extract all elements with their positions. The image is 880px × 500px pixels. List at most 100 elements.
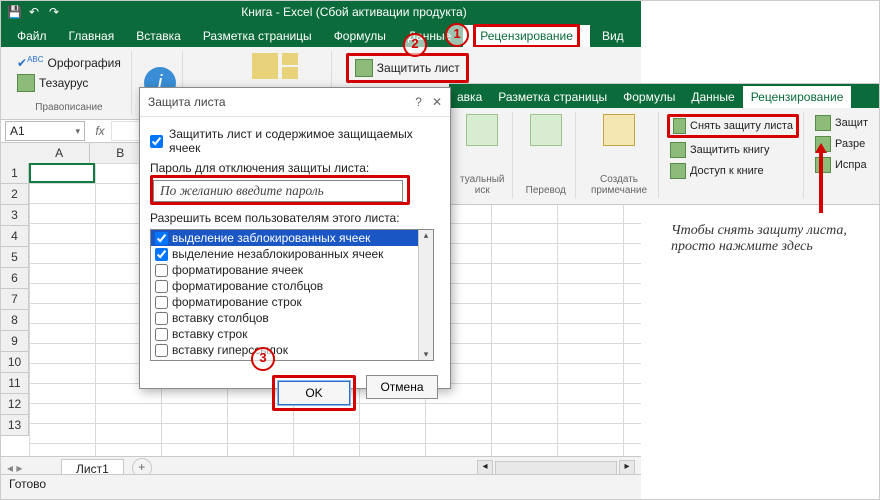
perm-checkbox[interactable] [155, 296, 168, 309]
select-all-corner[interactable] [1, 143, 30, 164]
perm-label: форматирование столбцов [172, 279, 323, 293]
perm-checkbox[interactable] [155, 360, 168, 361]
help-icon[interactable]: ? [415, 95, 422, 109]
perm-checkbox[interactable] [155, 328, 168, 341]
share-workbook-button[interactable]: Доступ к книге [667, 162, 799, 180]
ribbon-tabs: ФайлГлавнаяВставкаРазметка страницыФорму… [1, 23, 641, 47]
group-proofing: ✔ABC Орфография Тезаурус Правописание [7, 51, 132, 115]
translate-icon[interactable] [222, 53, 248, 79]
scroll-track[interactable] [495, 461, 617, 475]
book-icon [17, 74, 35, 92]
redo-icon[interactable]: ↷ [47, 5, 61, 19]
perm-item[interactable]: выделение заблокированных ячеек [151, 230, 419, 246]
status-bar: Готово [1, 474, 641, 499]
perm-item[interactable]: выделение незаблокированных ячеек [151, 246, 419, 262]
tab2-0[interactable]: авка [449, 86, 490, 108]
perm-item[interactable]: удаление столбцов [151, 358, 419, 360]
list-scrollbar[interactable] [418, 230, 433, 360]
tab-вид[interactable]: Вид [592, 25, 634, 47]
perm-label: выделение незаблокированных ячеек [172, 247, 383, 261]
protect-contents-input[interactable] [150, 135, 163, 148]
name-box[interactable]: A1▾ [5, 121, 85, 141]
permissions-list[interactable]: выделение заблокированных ячеек выделение… [150, 229, 434, 361]
callout-2: 2 [403, 33, 427, 57]
protect-workbook-icon [670, 142, 686, 158]
active-cell[interactable] [29, 163, 95, 183]
row-8[interactable]: 8 [1, 310, 29, 331]
group-label: Правописание [35, 102, 102, 113]
new-comment-icon[interactable] [603, 114, 635, 146]
protect-contents-checkbox[interactable]: Защитить лист и содержимое защищаемых яч… [150, 127, 440, 155]
row-headers[interactable]: 12345678910111213 [1, 163, 29, 436]
perm-checkbox[interactable] [155, 312, 168, 325]
tab2-2[interactable]: Формулы [615, 86, 683, 108]
spelling-button[interactable]: ✔ABC Орфография [13, 53, 125, 72]
cancel-button[interactable]: Отмена [366, 375, 438, 399]
tab2-4[interactable]: Рецензирование [743, 86, 852, 108]
group-translate: Перевод [517, 112, 577, 198]
perm-label: выделение заблокированных ячеек [172, 231, 370, 245]
perm-label: форматирование строк [172, 295, 302, 309]
fx-icon[interactable]: fx [89, 124, 111, 138]
title-bar: 💾 ↶ ↷ Книга - Excel (Сбой активации прод… [1, 1, 641, 23]
row-11[interactable]: 11 [1, 373, 29, 394]
perm-item[interactable]: вставку гиперссылок [151, 342, 419, 358]
translate-icon[interactable] [530, 114, 562, 146]
chevron-down-icon[interactable]: ▾ [75, 126, 80, 137]
tab-вставка[interactable]: Вставка [126, 25, 191, 47]
perm-item[interactable]: форматирование строк [151, 294, 419, 310]
perm-item[interactable]: форматирование ячеек [151, 262, 419, 278]
row-10[interactable]: 10 [1, 352, 29, 373]
row-9[interactable]: 9 [1, 331, 29, 352]
row-13[interactable]: 13 [1, 415, 29, 436]
close-icon[interactable]: ✕ [432, 95, 442, 109]
lock-icon [815, 115, 831, 131]
save-icon[interactable]: 💾 [7, 5, 21, 19]
prev-comment-icon[interactable] [282, 53, 298, 65]
perm-checkbox[interactable] [155, 248, 168, 261]
perm-checkbox[interactable] [155, 264, 168, 277]
perm-item[interactable]: вставку столбцов [151, 310, 419, 326]
row-6[interactable]: 6 [1, 268, 29, 289]
perm-checkbox[interactable] [155, 232, 168, 245]
tab2-1[interactable]: Разметка страницы [490, 86, 615, 108]
col-A[interactable]: A [29, 143, 90, 164]
protect-sheet-button[interactable]: Защитить лист [346, 53, 469, 83]
tab2-3[interactable]: Данные [683, 86, 742, 108]
protect-sheet-dialog: Защита листа ? ✕ Защитить лист и содержи… [139, 87, 451, 389]
tab-разметка страницы[interactable]: Разметка страницы [193, 25, 322, 47]
thesaurus-button[interactable]: Тезаурус [13, 72, 125, 94]
group-changes: Снять защиту листа Защитить книгу Доступ… [663, 112, 804, 198]
perm-checkbox[interactable] [155, 344, 168, 357]
share-icon [670, 163, 686, 179]
ok-button[interactable]: OK [278, 381, 350, 405]
perm-checkbox[interactable] [155, 280, 168, 293]
row-1[interactable]: 1 [1, 163, 29, 184]
next-comment-icon[interactable] [282, 67, 298, 79]
tab-рецензирование[interactable]: Рецензирование [463, 25, 590, 47]
row-7[interactable]: 7 [1, 289, 29, 310]
row-4[interactable]: 4 [1, 226, 29, 247]
row-2[interactable]: 2 [1, 184, 29, 205]
smart-lookup-icon[interactable] [466, 114, 498, 146]
unprotect-sheet-button[interactable]: Снять защиту листа [667, 114, 799, 138]
password-input[interactable] [153, 180, 403, 202]
perm-item[interactable]: форматирование столбцов [151, 278, 419, 294]
protect-share-button[interactable]: Защит [812, 114, 871, 132]
dialog-title: Защита листа [148, 95, 226, 109]
protect-sheet-icon [355, 59, 373, 77]
new-comment-icon[interactable] [252, 53, 278, 79]
unprotect-sheet-icon [673, 118, 686, 134]
undo-icon[interactable]: ↶ [27, 5, 41, 19]
row-3[interactable]: 3 [1, 205, 29, 226]
perm-label: форматирование ячеек [172, 263, 303, 277]
perm-label: вставку столбцов [172, 311, 269, 325]
tab-файл[interactable]: Файл [7, 25, 57, 47]
protect-workbook-button-2[interactable]: Защитить книгу [667, 141, 799, 159]
row-5[interactable]: 5 [1, 247, 29, 268]
tab-формулы[interactable]: Формулы [324, 25, 396, 47]
row-12[interactable]: 12 [1, 394, 29, 415]
tab-главная[interactable]: Главная [59, 25, 125, 47]
sheet-nav[interactable]: ◂ ▸ [7, 461, 22, 475]
perm-item[interactable]: вставку строк [151, 326, 419, 342]
